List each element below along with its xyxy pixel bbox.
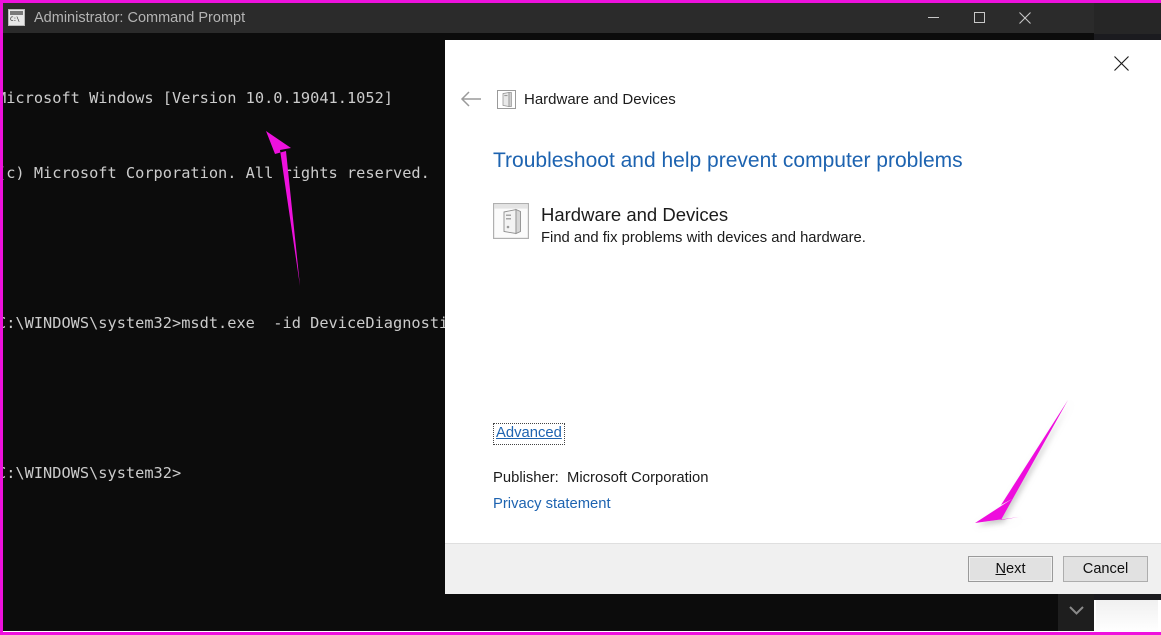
screenshot-root: Administrator: Command Prompt Microsoft … [0, 0, 1161, 635]
command-prompt-titlebar[interactable]: Administrator: Command Prompt [2, 2, 1094, 33]
troubleshooter-item-description: Find and fix problems with devices and h… [541, 230, 866, 246]
troubleshooter-item[interactable]: Hardware and Devices Find and fix proble… [493, 203, 866, 249]
next-button-label-rest: ext [1006, 561, 1026, 577]
close-icon [1019, 11, 1031, 24]
dialog-navigation-bar: Hardware and Devices [445, 82, 676, 116]
window-title: Administrator: Command Prompt [34, 9, 246, 26]
privacy-statement-link[interactable]: Privacy statement [493, 496, 611, 512]
dialog-footer: Next Cancel [445, 543, 1161, 594]
cancel-button-label: Cancel [1082, 561, 1129, 577]
maximize-icon [973, 12, 985, 23]
dialog-close-button[interactable] [1098, 46, 1144, 80]
cancel-button[interactable]: Cancel [1063, 556, 1148, 582]
back-arrow-icon [460, 91, 481, 107]
publisher-value: Microsoft Corporation [567, 470, 709, 486]
minimize-icon [927, 17, 939, 18]
hardware-devices-icon [497, 89, 516, 109]
maximize-button[interactable] [956, 2, 1002, 33]
troubleshooter-item-title: Hardware and Devices [541, 204, 729, 225]
dialog-nav-title: Hardware and Devices [524, 90, 676, 108]
dialog-heading: Troubleshoot and help prevent computer p… [493, 149, 963, 172]
console-scroll-down-button[interactable] [1058, 589, 1094, 631]
troubleshooter-item-text: Hardware and Devices Find and fix proble… [541, 203, 866, 249]
command-prompt-icon [8, 9, 25, 26]
close-icon [1113, 55, 1129, 71]
publisher-label: Publisher: [493, 470, 559, 486]
next-button[interactable]: Next [968, 556, 1053, 582]
close-button[interactable] [1002, 2, 1048, 33]
next-button-accelerator: N [995, 561, 1007, 577]
minimize-button[interactable] [910, 2, 956, 33]
troubleshooter-dialog: Hardware and Devices Troubleshoot and he… [445, 40, 1161, 594]
computer-tower-icon [493, 203, 529, 239]
back-button[interactable] [454, 82, 488, 116]
publisher-info: Publisher: Microsoft Corporation [493, 470, 709, 486]
advanced-link[interactable]: Advanced [493, 423, 565, 445]
chevron-down-icon [1068, 605, 1084, 615]
background-panel-peek [1096, 600, 1158, 632]
